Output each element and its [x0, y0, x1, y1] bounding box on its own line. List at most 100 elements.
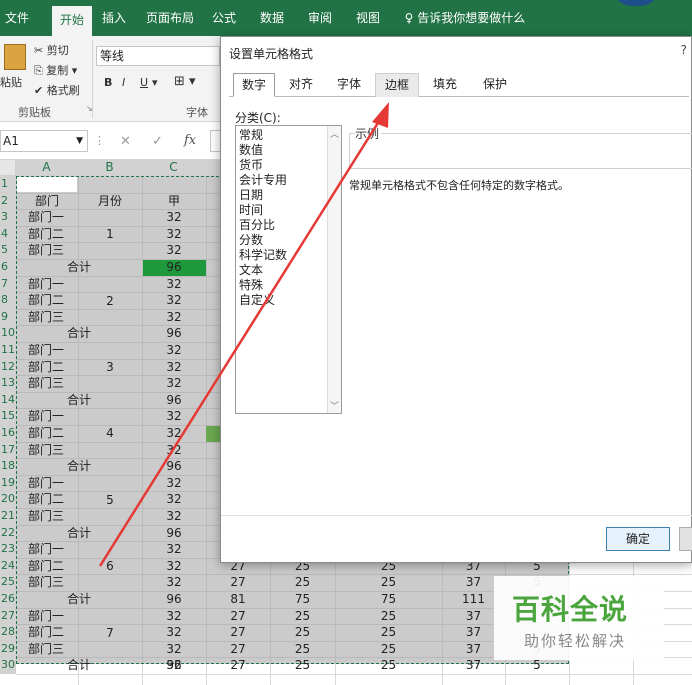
value-cell-e[interactable]: 25: [270, 625, 335, 640]
value-cell-f[interactable]: 25: [335, 625, 442, 640]
active-cell-a1[interactable]: [17, 177, 77, 192]
account-avatar[interactable]: [612, 0, 660, 6]
dept-cell[interactable]: 部门二: [28, 293, 78, 308]
row-header[interactable]: 28: [0, 624, 16, 641]
row-header[interactable]: 9: [0, 308, 16, 326]
row-header[interactable]: 5: [0, 242, 16, 259]
value-cell[interactable]: 32: [142, 310, 206, 325]
value-cell[interactable]: 32: [142, 492, 206, 507]
column-header-a[interactable]: A: [16, 160, 78, 176]
month-cell[interactable]: 3: [78, 360, 142, 375]
row-header[interactable]: 2: [0, 192, 16, 210]
row-header[interactable]: 27: [0, 607, 16, 625]
tab-review[interactable]: 审阅: [302, 0, 338, 36]
total-label-cell[interactable]: 合计: [16, 592, 142, 607]
cut-button[interactable]: ✂ 剪切: [34, 42, 69, 58]
dept-cell[interactable]: 部门一: [28, 343, 78, 358]
value-cell[interactable]: 32: [142, 343, 206, 358]
value-cell[interactable]: 32: [142, 542, 206, 557]
value-cell[interactable]: 32: [142, 293, 206, 308]
dept-cell[interactable]: 部门一: [28, 277, 78, 292]
total-label-cell[interactable]: 合计: [16, 260, 142, 275]
dept-cell[interactable]: 部门二: [28, 227, 78, 242]
value-cell-d[interactable]: 81: [206, 592, 270, 607]
category-item[interactable]: 科学记数: [239, 248, 287, 263]
paste-icon[interactable]: [4, 44, 26, 70]
row-header[interactable]: 22: [0, 524, 16, 542]
month-cell[interactable]: 7: [78, 626, 142, 641]
value-cell-d[interactable]: 27: [206, 658, 270, 673]
total-label-cell[interactable]: 合计: [16, 459, 142, 474]
dept-cell[interactable]: 部门二: [28, 559, 78, 574]
value-cell[interactable]: 32: [142, 277, 206, 292]
value-cell-e[interactable]: 25: [270, 658, 335, 673]
tab-insert[interactable]: 插入: [96, 0, 132, 36]
value-cell-f[interactable]: 25: [335, 575, 442, 590]
total-label-cell[interactable]: 合计: [16, 393, 142, 408]
row-header[interactable]: 25: [0, 574, 16, 591]
row-header[interactable]: 6: [0, 259, 16, 276]
tab-fill[interactable]: 填充: [425, 73, 465, 97]
value-cell[interactable]: 32: [142, 658, 206, 673]
value-cell-e[interactable]: 25: [270, 642, 335, 657]
header-cell-jia[interactable]: 甲: [142, 194, 206, 209]
row-header[interactable]: 4: [0, 225, 16, 243]
value-cell-e[interactable]: 25: [270, 609, 335, 624]
dept-cell[interactable]: 部门二: [28, 492, 78, 507]
value-cell[interactable]: 32: [142, 227, 206, 242]
row-header[interactable]: 8: [0, 292, 16, 309]
cancel-icon[interactable]: ✕: [120, 134, 131, 149]
insert-function-icon[interactable]: fx: [184, 133, 196, 148]
category-item[interactable]: 自定义: [239, 293, 275, 308]
value-cell-f[interactable]: 75: [335, 592, 442, 607]
column-header-b[interactable]: B: [78, 160, 142, 176]
category-item[interactable]: 特殊: [239, 278, 263, 293]
value-cell[interactable]: 32: [142, 509, 206, 524]
category-item[interactable]: 日期: [239, 188, 263, 203]
dept-cell[interactable]: 部门一: [28, 210, 78, 225]
value-cell[interactable]: 32: [142, 360, 206, 375]
dept-cell[interactable]: 部门二: [28, 426, 78, 441]
total-value-cell[interactable]: 96: [142, 592, 206, 607]
tab-number[interactable]: 数字: [233, 73, 275, 97]
row-header[interactable]: 12: [0, 358, 16, 376]
category-item[interactable]: 文本: [239, 263, 263, 278]
row-header[interactable]: 21: [0, 508, 16, 525]
value-cell-e[interactable]: 75: [270, 592, 335, 607]
tab-formulas[interactable]: 公式: [206, 0, 242, 36]
dept-cell[interactable]: 部门三: [28, 509, 78, 524]
row-header[interactable]: 16: [0, 425, 16, 442]
dept-cell[interactable]: 部门三: [28, 243, 78, 258]
value-cell[interactable]: 32: [142, 210, 206, 225]
tab-alignment[interactable]: 对齐: [281, 73, 321, 97]
total-label-cell[interactable]: 合计: [16, 326, 142, 341]
category-list[interactable]: 常规 数值 货币 会计专用 日期 时间 百分比 分数 科学记数 文本 特殊 自定义 ︿ ﹀: [235, 125, 342, 414]
value-cell-d[interactable]: 27: [206, 575, 270, 590]
copy-button[interactable]: ⎘ 复制 ▾: [34, 62, 77, 78]
dept-cell[interactable]: 部门三: [28, 310, 78, 325]
highlight-cell-d16[interactable]: [206, 426, 220, 442]
select-all-corner[interactable]: [0, 160, 16, 176]
value-cell[interactable]: 32: [142, 476, 206, 491]
value-cell[interactable]: 32: [142, 559, 206, 574]
underline-dropdown-icon[interactable]: ▾: [152, 76, 158, 89]
underline-button[interactable]: U: [140, 76, 148, 89]
row-header[interactable]: 3: [0, 209, 16, 226]
help-button[interactable]: ?: [681, 43, 687, 57]
row-header[interactable]: 7: [0, 275, 16, 293]
row-header[interactable]: 13: [0, 375, 16, 392]
cancel-button[interactable]: [679, 527, 692, 551]
tell-me-box[interactable]: ♀ 告诉我你想要做什么: [400, 0, 530, 36]
value-cell-f[interactable]: 25: [335, 609, 442, 624]
row-header[interactable]: 23: [0, 541, 16, 558]
month-cell[interactable]: 5: [78, 493, 142, 508]
total-value-cell[interactable]: 96: [142, 393, 206, 408]
total-value-cell[interactable]: 96: [142, 326, 206, 341]
header-cell-month[interactable]: 月份: [78, 194, 142, 209]
dept-cell[interactable]: 部门一: [28, 476, 78, 491]
category-item[interactable]: 货币: [239, 158, 263, 173]
category-item[interactable]: 分数: [239, 233, 263, 248]
row-header[interactable]: 18: [0, 458, 16, 475]
value-cell[interactable]: 32: [142, 625, 206, 640]
value-cell[interactable]: 32: [142, 426, 206, 441]
